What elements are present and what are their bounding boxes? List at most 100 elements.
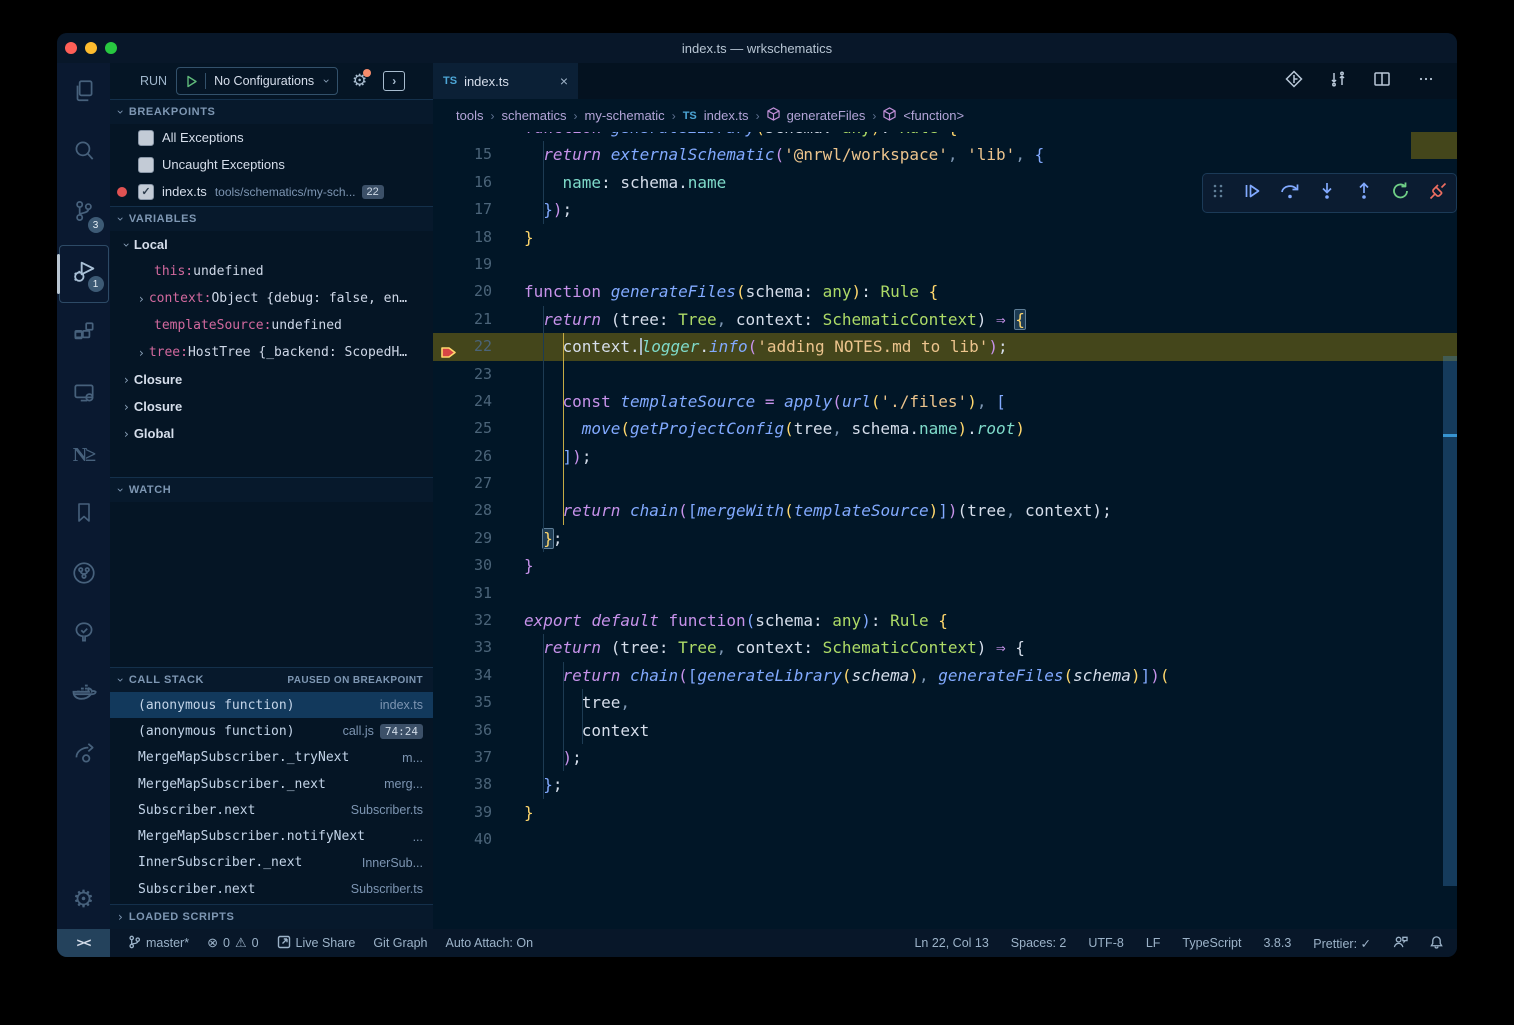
variables-scope-row[interactable]: ›Closure bbox=[110, 366, 433, 393]
call-stack-frame[interactable]: (anonymous function)call.js74:24 bbox=[110, 718, 433, 744]
step-into-icon[interactable] bbox=[1317, 181, 1337, 205]
code-line[interactable]: 29 }; bbox=[433, 525, 1457, 552]
remote-explorer-activity-item[interactable] bbox=[60, 365, 108, 425]
breadcrumb-item[interactable]: my-schematic bbox=[585, 108, 665, 123]
chevron-right-icon[interactable]: › bbox=[124, 400, 129, 414]
code-line[interactable]: 36 context bbox=[433, 717, 1457, 744]
tab-index-ts[interactable]: TS index.ts × bbox=[433, 63, 578, 99]
code-line[interactable]: 23 bbox=[433, 361, 1457, 388]
git-branch[interactable]: master* bbox=[128, 935, 189, 952]
variables-header[interactable]: ›VARIABLES bbox=[110, 206, 433, 231]
current-code-line[interactable]: 22 context.logger.info('adding NOTES.md … bbox=[433, 333, 1457, 360]
code-line[interactable]: 27 bbox=[433, 470, 1457, 497]
chevron-right-icon[interactable]: › bbox=[139, 292, 144, 306]
test-tree-activity-item[interactable] bbox=[60, 605, 108, 665]
feedback-icon[interactable] bbox=[1393, 935, 1408, 952]
code-line[interactable]: 34 return chain([generateLibrary(schema)… bbox=[433, 662, 1457, 689]
code-line[interactable]: 32export default function(schema: any): … bbox=[433, 607, 1457, 634]
prettier[interactable]: Prettier: ✓ bbox=[1313, 936, 1371, 951]
breakpoint-row[interactable]: Uncaught Exceptions bbox=[110, 151, 433, 178]
breadcrumb-item[interactable]: tools bbox=[456, 108, 483, 123]
bookmarks-activity-item[interactable] bbox=[60, 485, 108, 545]
code-line[interactable]: 28 return chain([mergeWith(templateSourc… bbox=[433, 497, 1457, 524]
open-changes-icon[interactable] bbox=[1285, 70, 1303, 93]
breakpoint-row[interactable]: ✓index.tstools/schematics/my-sch...22 bbox=[110, 178, 433, 205]
code-line[interactable]: 18} bbox=[433, 224, 1457, 251]
code-line[interactable]: 24 const templateSource = apply(url('./f… bbox=[433, 388, 1457, 415]
watch-header[interactable]: ›WATCH bbox=[110, 477, 433, 502]
live-share[interactable]: Live Share bbox=[277, 935, 356, 952]
breakpoints-header[interactable]: ›BREAKPOINTS bbox=[110, 99, 433, 124]
code-line[interactable]: 25 move(getProjectConfig(tree, schema.na… bbox=[433, 415, 1457, 442]
restart-icon[interactable] bbox=[1391, 181, 1411, 205]
code-line[interactable]: 40 bbox=[433, 826, 1457, 853]
run-debug-activity-item[interactable]: 1 bbox=[59, 245, 109, 303]
auto-attach[interactable]: Auto Attach: On bbox=[446, 936, 534, 950]
indentation[interactable]: Spaces: 2 bbox=[1011, 936, 1067, 950]
problems[interactable]: ⊗0⚠0 bbox=[207, 935, 258, 951]
notifications-bell-icon[interactable] bbox=[1430, 935, 1443, 952]
code-line[interactable]: 38 }; bbox=[433, 771, 1457, 798]
breadcrumb-item[interactable]: index.ts bbox=[704, 108, 749, 123]
encoding[interactable]: UTF-8 bbox=[1088, 936, 1123, 950]
call-stack-frame[interactable]: Subscriber.nextSubscriber.ts bbox=[110, 797, 433, 823]
disconnect-icon[interactable] bbox=[1428, 181, 1448, 205]
call-stack-frame[interactable]: MergeMapSubscriber._nextmerg... bbox=[110, 771, 433, 797]
launch-config-dropdown[interactable]: No Configurations › bbox=[176, 67, 338, 95]
variable-row[interactable]: this: undefined bbox=[110, 258, 433, 285]
code-line[interactable]: 19 bbox=[433, 251, 1457, 278]
code-line[interactable]: 20function generateFiles(schema: any): R… bbox=[433, 278, 1457, 305]
start-debug-icon[interactable] bbox=[185, 75, 198, 88]
code-area[interactable]: 14function generateLibrary(schema: any):… bbox=[433, 132, 1457, 929]
code-line[interactable]: 39} bbox=[433, 799, 1457, 826]
remote-indicator[interactable]: >< bbox=[57, 929, 110, 957]
ts-version[interactable]: 3.8.3 bbox=[1263, 936, 1291, 950]
code-line[interactable]: 33 return (tree: Tree, context: Schemati… bbox=[433, 634, 1457, 661]
call-stack-frame[interactable]: Subscriber.nextSubscriber.ts bbox=[110, 876, 433, 902]
compare-changes-icon[interactable] bbox=[1329, 70, 1347, 93]
code-line[interactable]: 30} bbox=[433, 552, 1457, 579]
call-stack-frame[interactable]: InnerSubscriber._nextInnerSub... bbox=[110, 850, 433, 876]
code-line[interactable]: 26 ]); bbox=[433, 443, 1457, 470]
loaded-scripts-header[interactable]: ›LOADED SCRIPTS bbox=[110, 904, 433, 929]
code-line[interactable]: 37 ); bbox=[433, 744, 1457, 771]
code-line[interactable]: 21 return (tree: Tree, context: Schemati… bbox=[433, 306, 1457, 333]
chevron-right-icon[interactable]: › bbox=[139, 346, 144, 360]
live-share-activity-item[interactable] bbox=[60, 725, 108, 785]
chevron-down-icon[interactable]: › bbox=[119, 242, 133, 247]
breadcrumb-item[interactable]: schematics bbox=[501, 108, 566, 123]
git-graph[interactable]: Git Graph bbox=[373, 936, 427, 950]
extensions-activity-item[interactable] bbox=[60, 305, 108, 365]
call-stack-header[interactable]: ›CALL STACK PAUSED ON BREAKPOINT bbox=[110, 667, 433, 692]
chevron-right-icon[interactable]: › bbox=[124, 373, 129, 387]
breakpoint-checkbox[interactable] bbox=[138, 130, 154, 146]
git-graph-activity-item[interactable] bbox=[60, 545, 108, 605]
debug-console-icon[interactable]: › bbox=[383, 71, 405, 91]
breakpoint-checkbox[interactable] bbox=[138, 157, 154, 173]
variables-scope-row[interactable]: ›Global bbox=[110, 420, 433, 447]
cursor-position[interactable]: Ln 22, Col 13 bbox=[914, 936, 988, 950]
continue-icon[interactable] bbox=[1242, 181, 1262, 205]
close-tab-icon[interactable]: × bbox=[560, 73, 568, 89]
eol[interactable]: LF bbox=[1146, 936, 1161, 950]
breakpoint-checkbox[interactable]: ✓ bbox=[138, 184, 154, 200]
docker-activity-item[interactable] bbox=[60, 665, 108, 725]
breadcrumb-item[interactable]: generateFiles bbox=[787, 108, 866, 123]
variable-row[interactable]: ›context: Object {debug: false, en… bbox=[110, 285, 433, 312]
code-line[interactable]: 15 return externalSchematic('@nrwl/works… bbox=[433, 141, 1457, 168]
nx-console-activity-item[interactable]: N≥ bbox=[60, 425, 108, 485]
more-actions-icon[interactable] bbox=[1417, 70, 1435, 93]
variables-scope-row[interactable]: ›Local bbox=[110, 231, 433, 258]
search-activity-item[interactable] bbox=[60, 123, 108, 183]
breadcrumb-item[interactable]: <function> bbox=[903, 108, 964, 123]
variables-scope-row[interactable]: ›Closure bbox=[110, 393, 433, 420]
chevron-right-icon[interactable]: › bbox=[124, 427, 129, 441]
code-line[interactable]: 14function generateLibrary(schema: any):… bbox=[433, 132, 1457, 141]
variable-row[interactable]: ›tree: HostTree {_backend: ScopedH… bbox=[110, 339, 433, 366]
breakpoint-row[interactable]: All Exceptions bbox=[110, 124, 433, 151]
debug-settings-gear-icon[interactable]: ⚙ bbox=[352, 71, 367, 91]
code-line[interactable]: 31 bbox=[433, 580, 1457, 607]
language-mode[interactable]: TypeScript bbox=[1182, 936, 1241, 950]
call-stack-frame[interactable]: (anonymous function)index.ts bbox=[110, 692, 433, 718]
call-stack-frame[interactable]: MergeMapSubscriber.notifyNext... bbox=[110, 823, 433, 849]
